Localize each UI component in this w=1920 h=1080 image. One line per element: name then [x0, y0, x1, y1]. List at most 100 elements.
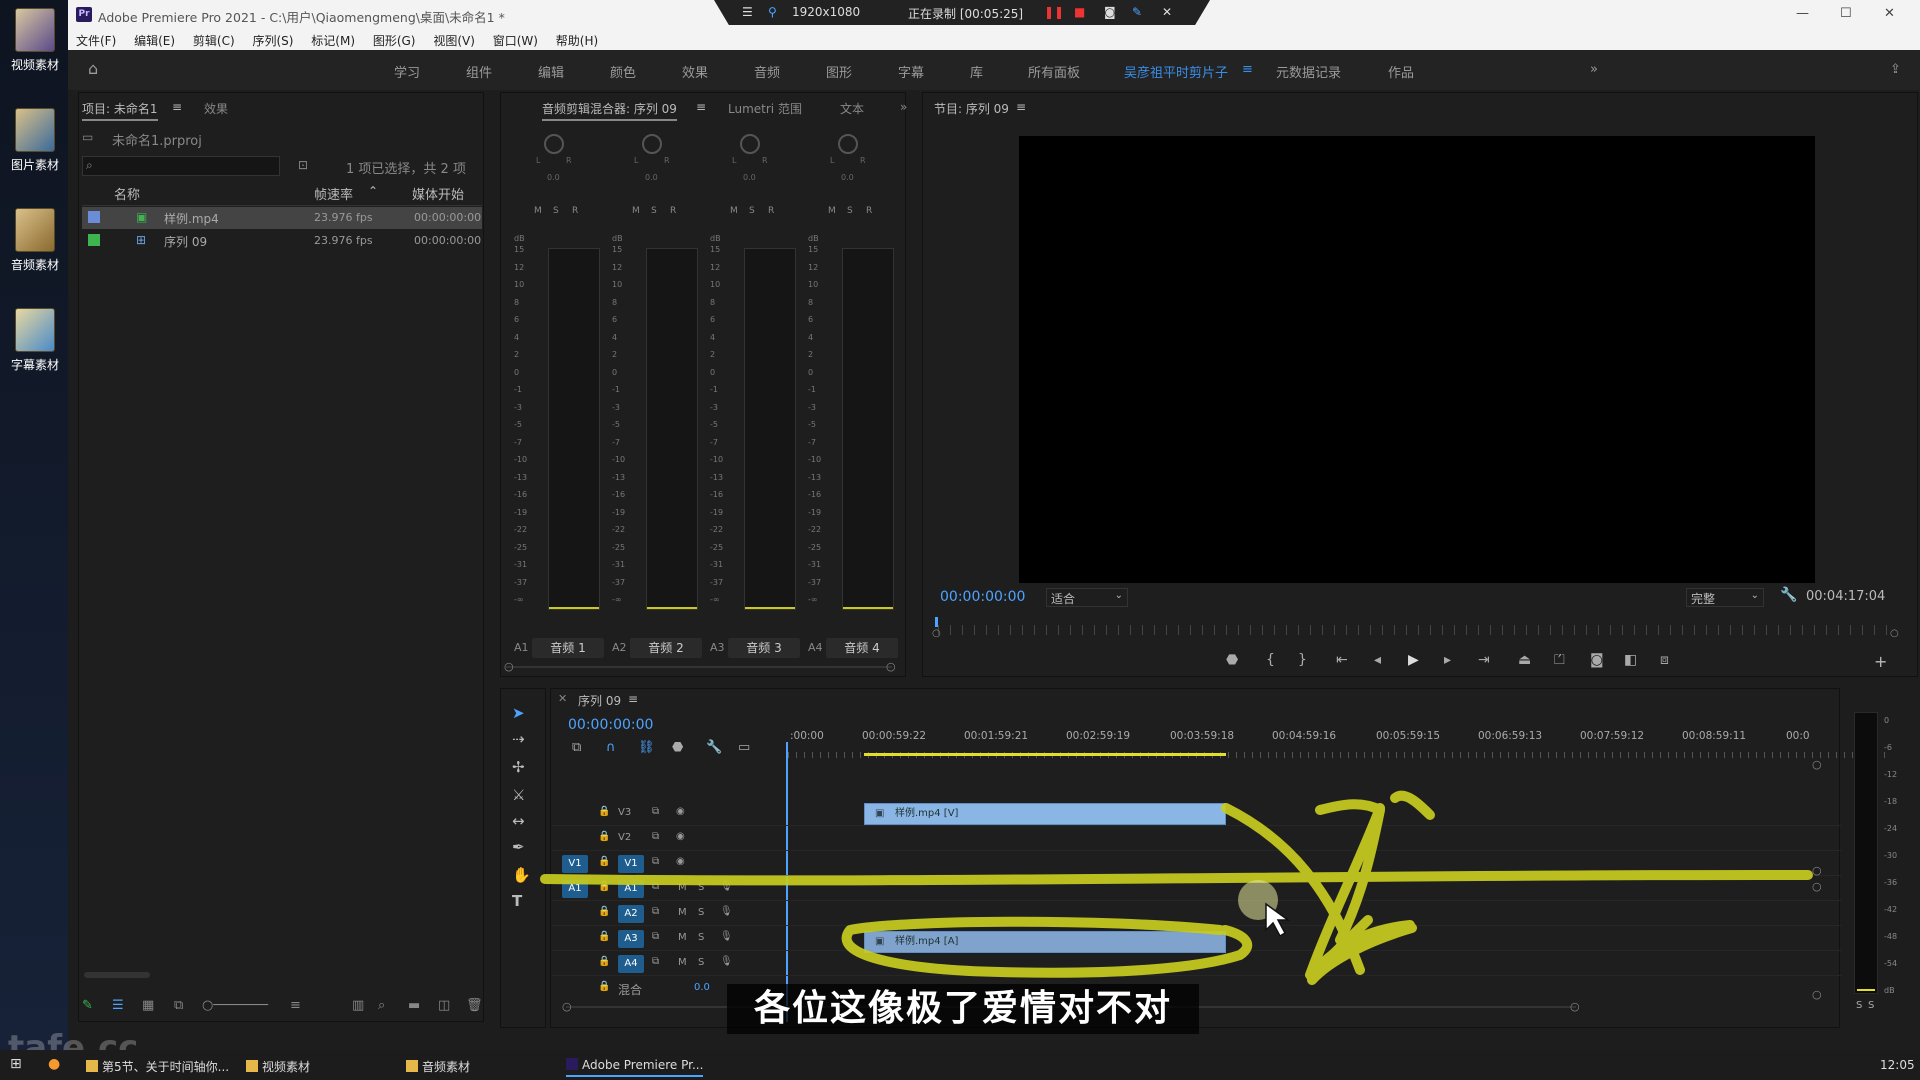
- nest-icon[interactable]: ⧉: [572, 740, 581, 755]
- slip-tool-icon[interactable]: ↔: [512, 812, 525, 830]
- solo-track-button[interactable]: S: [698, 957, 704, 968]
- list-view-icon[interactable]: ☰: [112, 998, 124, 1013]
- taskbar-item-video-folder[interactable]: 视频素材: [246, 1058, 310, 1075]
- workspace-productions[interactable]: 作品: [1388, 62, 1414, 81]
- stop-icon[interactable]: ■: [1074, 5, 1085, 19]
- mute-track-button[interactable]: M: [678, 957, 687, 968]
- pan-knob[interactable]: [740, 134, 760, 154]
- workspace-color[interactable]: 颜色: [610, 62, 636, 81]
- workspace-learn[interactable]: 学习: [394, 62, 420, 81]
- sync-lock-icon[interactable]: ⧉: [652, 881, 659, 892]
- vertical-scroll-handle-icon[interactable]: ○: [1812, 864, 1822, 877]
- lift-icon[interactable]: ⏏: [1518, 652, 1531, 668]
- taskbar-item-explorer[interactable]: 第5节、关于时间轴你...: [86, 1058, 229, 1075]
- pan-knob[interactable]: [642, 134, 662, 154]
- vertical-scroll-handle-icon[interactable]: ○: [1812, 880, 1822, 893]
- new-bin-icon[interactable]: ▬: [408, 998, 420, 1013]
- pan-knob[interactable]: [544, 134, 564, 154]
- workspace-metadata[interactable]: 元数据记录: [1276, 62, 1341, 81]
- tab-mixer-menu-icon[interactable]: ≡: [696, 100, 706, 114]
- source-patch-v1[interactable]: V1: [562, 855, 588, 873]
- column-media-start[interactable]: 媒体开始: [412, 184, 464, 203]
- find-icon[interactable]: ⌕: [378, 998, 385, 1013]
- workspace-menu-icon[interactable]: ≡: [1242, 62, 1253, 77]
- maximize-icon[interactable]: ☐: [1840, 6, 1852, 21]
- tab-project-menu-icon[interactable]: ≡: [172, 100, 182, 114]
- pan-knob[interactable]: [838, 134, 858, 154]
- audio-clip[interactable]: ▣ 样例.mp4 [A]: [864, 931, 1226, 953]
- item-name[interactable]: 样例.mp4: [164, 210, 219, 227]
- solo-left-button[interactable]: S: [1856, 1000, 1862, 1011]
- fit-dropdown[interactable]: 适合 ⌄: [1046, 588, 1128, 607]
- zoom-handle-icon[interactable]: ○: [932, 628, 941, 639]
- scroll-handle-icon[interactable]: ○: [886, 660, 896, 673]
- lock-icon[interactable]: 🔒: [598, 856, 610, 867]
- audio-track-a2[interactable]: 🔒 A2 ⧉ M S 🎙: [552, 902, 1842, 926]
- menu-edit[interactable]: 编辑(E): [134, 32, 175, 49]
- menu-icon[interactable]: ☰: [742, 5, 753, 19]
- timeline-settings-wrench-icon[interactable]: 🔧: [706, 740, 722, 755]
- sync-lock-icon[interactable]: ⧉: [652, 956, 659, 967]
- eye-icon[interactable]: ◉: [676, 856, 685, 867]
- workspace-editing[interactable]: 编辑: [538, 62, 564, 81]
- export-frame-icon[interactable]: ◙: [1590, 652, 1604, 668]
- desktop-icon-subtitles[interactable]: 字幕素材: [4, 308, 66, 373]
- project-scrollbar[interactable]: [84, 972, 150, 978]
- taskbar-item-audio-folder[interactable]: 音频素材: [406, 1058, 470, 1075]
- lock-icon[interactable]: 🔒: [598, 931, 610, 942]
- program-playhead[interactable]: [935, 617, 938, 627]
- microphone-icon[interactable]: 🎙: [720, 881, 733, 892]
- program-timecode[interactable]: 00:00:00:00: [940, 589, 1025, 605]
- channel-name-a3[interactable]: 音频 3: [728, 638, 800, 658]
- lock-icon[interactable]: 🔒: [598, 956, 610, 967]
- track-target-a1[interactable]: A1: [618, 880, 644, 898]
- video-clip[interactable]: ▣ 样例.mp4 [V]: [864, 803, 1226, 825]
- add-marker-icon[interactable]: ⬣: [1226, 652, 1238, 668]
- track-target-v1[interactable]: V1: [618, 855, 644, 873]
- tab-program-monitor[interactable]: 节目: 序列 09: [934, 100, 1009, 117]
- tab-audio-clip-mixer[interactable]: 音频剪辑混合器: 序列 09: [542, 100, 677, 121]
- sync-lock-icon[interactable]: ⧉: [652, 906, 659, 917]
- video-track-v1[interactable]: V1 🔒 V1 ⧉ ◉: [552, 852, 1842, 876]
- freeform-view-icon[interactable]: ⧉: [174, 998, 183, 1013]
- workspace-audio[interactable]: 音频: [754, 62, 780, 81]
- workspace-graphics[interactable]: 图形: [826, 62, 852, 81]
- mix-volume-value[interactable]: 0.0: [694, 982, 710, 993]
- workspace-libraries[interactable]: 库: [970, 62, 983, 81]
- workspace-overflow[interactable]: »: [1590, 62, 1598, 77]
- playback-resolution-dropdown[interactable]: 完整 ⌄: [1686, 588, 1764, 607]
- mark-out-icon[interactable]: }: [1298, 652, 1307, 668]
- zoom-handle-icon[interactable]: ○: [1890, 628, 1899, 639]
- tab-sequence[interactable]: 序列 09: [578, 692, 621, 709]
- go-to-out-icon[interactable]: ⇥: [1478, 652, 1490, 668]
- sync-lock-icon[interactable]: ⧉: [652, 806, 659, 817]
- solo-button[interactable]: S: [553, 206, 559, 216]
- track-target-v2[interactable]: V2: [618, 832, 631, 843]
- lock-icon[interactable]: 🔒: [598, 881, 610, 892]
- eye-icon[interactable]: ◉: [676, 806, 685, 817]
- toggle-proxies-icon[interactable]: ⧈: [1660, 652, 1669, 668]
- pencil-icon[interactable]: ✎: [82, 998, 93, 1013]
- track-target-a4[interactable]: A4: [618, 955, 644, 973]
- automate-to-sequence-icon[interactable]: ▥: [352, 998, 364, 1013]
- channel-name-a1[interactable]: 音频 1: [532, 638, 604, 658]
- solo-track-button[interactable]: S: [698, 882, 704, 893]
- menu-graphics[interactable]: 图形(G): [373, 32, 416, 49]
- record-button[interactable]: R: [670, 206, 676, 216]
- menu-view[interactable]: 视图(V): [433, 32, 475, 49]
- microphone-icon[interactable]: 🎙: [720, 956, 733, 967]
- desktop-icon-audio[interactable]: 音频素材: [4, 208, 66, 273]
- step-back-icon[interactable]: ◂: [1374, 652, 1381, 668]
- minimize-icon[interactable]: —: [1796, 6, 1809, 21]
- sync-lock-icon[interactable]: ⧉: [652, 831, 659, 842]
- tab-lumetri-scopes[interactable]: Lumetri 范围: [728, 100, 802, 117]
- taskbar-item-premiere[interactable]: Adobe Premiere Pr...: [566, 1058, 704, 1077]
- scroll-handle-icon[interactable]: ○: [1570, 1000, 1580, 1013]
- project-search-input[interactable]: [82, 156, 280, 176]
- column-name[interactable]: 名称: [114, 184, 140, 203]
- vertical-scroll-handle-icon[interactable]: ○: [1812, 988, 1822, 1001]
- step-forward-icon[interactable]: ▸: [1444, 652, 1451, 668]
- tab-effects[interactable]: 效果: [204, 100, 228, 117]
- tab-program-menu-icon[interactable]: ≡: [1016, 100, 1026, 114]
- close-tab-icon[interactable]: ✕: [558, 692, 567, 705]
